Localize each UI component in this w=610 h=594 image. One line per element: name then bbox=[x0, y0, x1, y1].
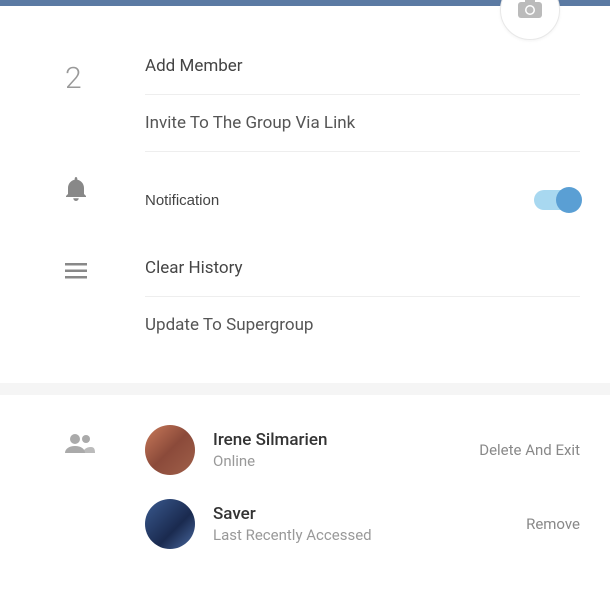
bell-icon bbox=[65, 177, 87, 201]
member-name: Saver bbox=[213, 504, 526, 524]
member-name: Irene Silmarien bbox=[213, 430, 479, 450]
section-divider bbox=[0, 383, 610, 395]
member-status: Last Recently Accessed bbox=[213, 526, 526, 544]
avatar bbox=[145, 425, 195, 475]
update-supergroup-row[interactable]: Update To Supergroup bbox=[145, 297, 580, 353]
remove-button[interactable]: Remove bbox=[526, 515, 580, 533]
notification-row: Notification bbox=[145, 172, 580, 228]
member-item[interactable]: Saver Last Recently Accessed Remove bbox=[145, 499, 580, 549]
delete-exit-button[interactable]: Delete And Exit bbox=[479, 441, 580, 459]
member-status: Online bbox=[213, 452, 479, 470]
member-item[interactable]: Irene Silmarien Online Delete And Exit bbox=[145, 425, 580, 475]
toggle-knob bbox=[556, 187, 582, 213]
menu-icon bbox=[65, 263, 87, 279]
clear-history-row[interactable]: Clear History bbox=[145, 258, 580, 297]
clear-history-label: Clear History bbox=[145, 258, 243, 278]
member-count: 2 bbox=[65, 61, 82, 96]
invite-link-label: Invite To The Group Via Link bbox=[145, 113, 355, 133]
add-member-row[interactable]: Add Member bbox=[145, 56, 580, 95]
people-icon bbox=[65, 433, 145, 453]
notification-toggle[interactable] bbox=[534, 190, 580, 210]
avatar bbox=[145, 499, 195, 549]
notification-label: Notification bbox=[145, 192, 219, 209]
update-supergroup-label: Update To Supergroup bbox=[145, 315, 313, 335]
camera-icon bbox=[517, 0, 543, 23]
add-member-label: Add Member bbox=[145, 56, 243, 76]
invite-link-row[interactable]: Invite To The Group Via Link bbox=[145, 95, 580, 152]
